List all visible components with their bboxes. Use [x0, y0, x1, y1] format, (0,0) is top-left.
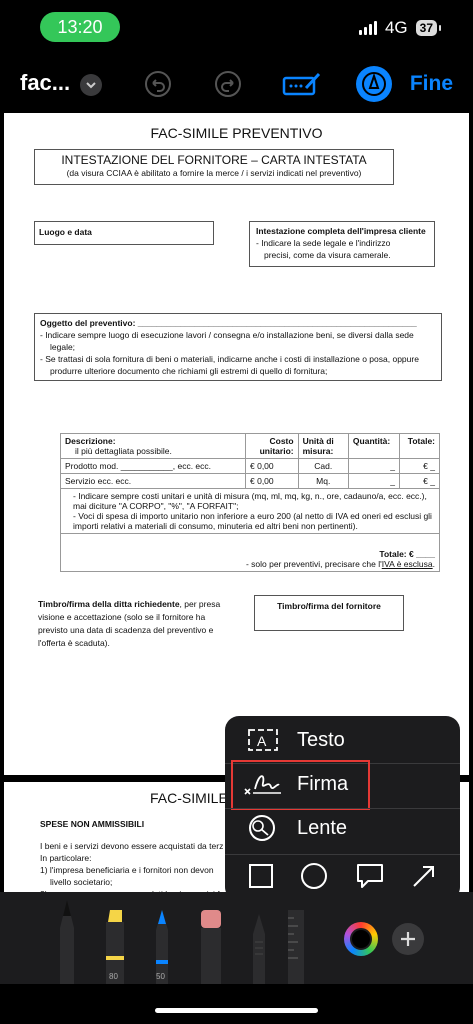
supplier-header-box: INTESTAZIONE DEL FORNITORE – CARTA INTES…: [34, 149, 394, 185]
page2-section: SPESE NON AMMISSIBILI: [40, 819, 145, 829]
table-cell: Mq.: [297, 473, 349, 489]
place-date-box: Luogo e data: [34, 221, 214, 245]
ruler-tool-icon[interactable]: [286, 908, 306, 984]
client-line1: - Indicare la sede legale e l'indirizzo: [256, 238, 391, 248]
table-cell: Servizio ecc. ecc.: [60, 473, 246, 489]
status-time: 13:20: [40, 12, 120, 42]
client-line2: precisi, come da visura camerale.: [264, 250, 391, 260]
items-table: Descrizione: il più dettagliata possibile…: [60, 433, 440, 572]
table-header-unit: Unità di misura:: [297, 433, 349, 459]
chevron-down-icon[interactable]: [80, 74, 102, 96]
table-cell: _: [347, 473, 401, 489]
table-header-cost: Costo unitario:: [245, 433, 299, 459]
network-label: 4G: [384, 18, 408, 37]
square-icon[interactable]: [248, 863, 274, 894]
home-indicator: [155, 1008, 318, 1013]
supplier-header-sub: (da visura CCIAA è abilitato a fornire l…: [66, 168, 362, 178]
menu-item-text[interactable]: A Testo: [225, 718, 460, 762]
selection-highlight: [231, 760, 370, 810]
marker-size: 50: [156, 972, 165, 981]
status-indicators: 4G 37: [358, 18, 442, 38]
markup-pen-icon[interactable]: [356, 66, 392, 102]
redo-icon[interactable]: [212, 68, 244, 100]
eraser-tool-icon[interactable]: [196, 908, 226, 984]
page2-lines: I beni e i servizi devono essere acquist…: [40, 841, 224, 899]
table-note-1: - Indicare sempre costi unitari e unità …: [73, 491, 427, 511]
arrow-icon[interactable]: [411, 863, 437, 894]
document-page: FAC-SIMILE PREVENTIVO INTESTAZIONE DEL F…: [4, 113, 469, 775]
table-cell: € _: [399, 473, 440, 489]
table-desc-note: il più dettagliata possibile.: [75, 446, 172, 456]
table-cell: _: [347, 458, 401, 474]
table-row: Prodotto mod. ___________, ecc. ecc. € 0…: [60, 458, 440, 474]
done-button[interactable]: Fine: [410, 72, 453, 96]
markup-add-menu: A Testo Firma Lente: [225, 716, 460, 901]
menu-item-label: Lente: [297, 816, 348, 839]
requester-stamp-text: Timbro/firma della ditta richiedente, pe…: [38, 599, 221, 648]
lasso-tool-icon[interactable]: [244, 912, 274, 984]
signal-icon: [358, 21, 377, 35]
object-box: Oggetto del preventivo: ________________…: [34, 313, 442, 381]
battery-icon: 37: [415, 20, 442, 36]
markup-toolbar: fac... Fine: [0, 62, 473, 110]
table-cell: € 0,00: [245, 458, 299, 474]
table-total-label: Totale: € ____: [379, 549, 435, 559]
client-box: Intestazione completa dell'impresa clien…: [249, 221, 435, 267]
object-line2: - Se trattasi di sola fornitura di beni …: [40, 354, 419, 364]
speech-bubble-icon[interactable]: [355, 862, 385, 895]
table-note-2: - Voci di spesa di importo unitario non …: [73, 511, 432, 531]
form-fill-icon[interactable]: [282, 68, 322, 100]
menu-item-magnifier[interactable]: Lente: [225, 806, 460, 850]
pen-tool-icon[interactable]: [52, 900, 82, 984]
table-total-note: - solo per preventivi, precisare che l'I…: [245, 559, 435, 569]
svg-text:A: A: [257, 733, 267, 749]
add-icon[interactable]: [392, 923, 424, 955]
table-cell: Prodotto mod. ___________, ecc. ecc.: [60, 458, 246, 474]
table-cell: € 0,00: [245, 473, 299, 489]
color-picker-icon[interactable]: [344, 922, 378, 956]
object-line1: - Indicare sempre luogo di esecuzione la…: [40, 330, 414, 340]
object-line2b: produrre ulteriore documento che richiam…: [50, 366, 328, 376]
supplier-stamp-box: Timbro/firma del fornitore: [254, 595, 404, 631]
supplier-stamp-label: Timbro/firma del fornitore: [277, 601, 381, 611]
supplier-header-title: INTESTAZIONE DEL FORNITORE – CARTA INTES…: [61, 153, 367, 167]
table-header-total: Totale:: [399, 433, 440, 459]
client-title: Intestazione completa dell'impresa clien…: [256, 226, 426, 236]
magnifier-icon: [243, 813, 283, 843]
circle-icon[interactable]: [300, 862, 328, 895]
page2-title: FAC-SIMILE: [150, 790, 228, 806]
table-row: Servizio ecc. ecc. € 0,00 Mq. _ € _: [60, 473, 440, 489]
table-header-desc: Descrizione:: [65, 436, 116, 446]
text-box-icon: A: [243, 727, 283, 753]
tool-palette: 80 50: [0, 892, 473, 984]
table-cell: € _: [399, 458, 440, 474]
object-line1b: legale;: [50, 342, 76, 352]
menu-item-label: Testo: [297, 728, 345, 751]
page-title: FAC-SIMILE PREVENTIVO: [150, 125, 323, 141]
place-date-label: Luogo e data: [39, 227, 92, 237]
table-header-qty: Quantità:: [347, 433, 401, 459]
document-title[interactable]: fac...: [20, 70, 70, 96]
undo-icon[interactable]: [142, 68, 174, 100]
object-label: Oggetto del preventivo: ________________…: [40, 318, 417, 328]
table-cell: Cad.: [297, 458, 349, 474]
highlighter-size: 80: [109, 972, 118, 981]
